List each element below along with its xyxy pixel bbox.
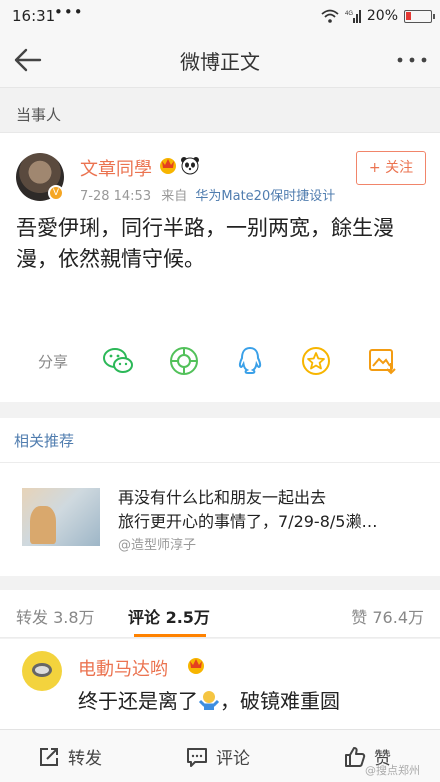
shrug-emoji-icon [198, 691, 220, 710]
wifi-icon [321, 9, 339, 23]
thumbs-up-icon [345, 746, 366, 767]
follow-button[interactable]: + 关注 [356, 151, 426, 185]
related-thumbnail[interactable] [22, 488, 100, 546]
repost-label: 转发 [68, 749, 102, 769]
related-card: 相关推荐 再没有什么比和朋友一起出去 旅行更开心的事情了，7/29-8/5濑… … [0, 418, 440, 576]
more-dots-icon [397, 57, 427, 63]
tab-like[interactable]: 赞 76.4万 [351, 604, 424, 628]
battery-fill [406, 11, 411, 20]
repost-icon [40, 747, 58, 766]
source-prefix: 来自 [161, 189, 188, 204]
post-time: 7-28 14:53 [80, 189, 152, 204]
more-button[interactable] [394, 42, 430, 78]
related-text-line1[interactable]: 再没有什么比和朋友一起出去 [118, 484, 326, 508]
tab-underline [134, 634, 206, 637]
status-time: 16:31 [12, 7, 56, 25]
moments-icon[interactable] [168, 345, 200, 377]
nav-bar: 微博正文 [0, 32, 440, 88]
plus-icon: + [368, 160, 386, 176]
bottom-toolbar: 转发 评论 赞 @搜点郑州 [0, 729, 440, 782]
comment-button[interactable]: 评论 [186, 730, 250, 782]
follow-label: 关注 [385, 160, 414, 176]
related-title: 相关推荐 [14, 432, 75, 450]
battery-icon [404, 9, 435, 23]
related-text-line2[interactable]: 旅行更开心的事情了，7/29-8/5濑… [118, 508, 430, 532]
wechat-icon[interactable] [102, 345, 134, 377]
status-bar: 16:31 ••• 4G 20% [0, 0, 440, 32]
repost-button[interactable]: 转发 [38, 730, 102, 782]
post-meta: 7-28 14:53 来自 华为Mate20保时捷设计 [80, 185, 335, 204]
comment-icon [187, 747, 207, 767]
comment-text: 终于还是离了 ，破镜难重圆 [78, 685, 340, 714]
tab-repost[interactable]: 转发 3.8万 [16, 604, 95, 628]
divider [0, 462, 440, 463]
commenter-avatar[interactable] [22, 651, 62, 691]
share-label: 分享 [38, 353, 69, 371]
status-right: 4G 20% [321, 6, 435, 26]
tab-comment[interactable]: 评论 2.5万 [128, 604, 210, 628]
battery-percent: 20% [366, 8, 398, 24]
save-image-icon[interactable] [366, 345, 398, 377]
vip-crown-icon [188, 658, 204, 674]
vip-crown-icon [160, 158, 176, 174]
commenter-name[interactable]: 电動马达哟 [78, 655, 168, 681]
comment-text-after: ，破镜难重圆 [220, 689, 340, 713]
signal-icon: 4G [345, 10, 361, 23]
page-title: 微博正文 [180, 50, 260, 74]
section-label: 当事人 [16, 106, 62, 124]
panda-icon [181, 157, 199, 175]
post-source[interactable]: 华为Mate20保时捷设计 [195, 189, 335, 204]
minion-goggle [32, 663, 52, 677]
related-author[interactable]: @造型师淳子 [118, 534, 196, 553]
watermark: @搜点郑州 [365, 764, 420, 777]
tabs-bar: 转发 3.8万 评论 2.5万 赞 76.4万 [0, 590, 440, 638]
author-name[interactable]: 文章同學 [80, 155, 152, 181]
qq-icon[interactable] [234, 345, 266, 377]
comment-label: 评论 [216, 749, 250, 769]
author-badges [158, 155, 200, 175]
status-dots: ••• [54, 3, 84, 21]
share-row: 分享 [0, 341, 440, 381]
post-card: V 文章同學 7-28 14:53 来自 华为Mate20保时捷设计 + 关注 … [0, 132, 440, 402]
svg-text:4G: 4G [345, 11, 353, 17]
comment-item: 电動马达哟 终于还是离了 ，破镜难重圆 [0, 639, 440, 729]
verified-badge-icon: V [48, 185, 64, 201]
post-text: 吾愛伊琍，同行半路，一别两宽，餘生漫漫，依然親情守候。 [16, 216, 394, 271]
favorite-star-icon[interactable] [300, 345, 332, 377]
comment-text-before: 终于还是离了 [78, 689, 198, 713]
thumbnail-figure [30, 506, 56, 544]
